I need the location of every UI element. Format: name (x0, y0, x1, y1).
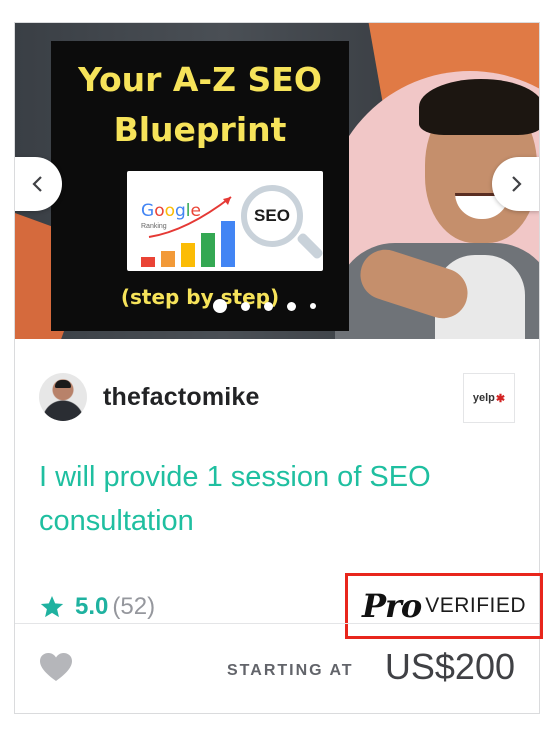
thumbnail-title: Your A-Z SEO (78, 60, 322, 99)
magnifier-icon: SEO (241, 185, 303, 247)
trend-arrow-icon (148, 196, 232, 238)
yelp-logo: yelp (472, 392, 495, 404)
seller-info: thefactomike yelp ✱ (39, 373, 515, 423)
gig-card[interactable]: Your A-Z SEO Blueprint Google Ranking SE… (14, 22, 543, 714)
carousel-next-button[interactable] (492, 157, 539, 211)
ranking-bar (181, 243, 195, 267)
rating-value: 5.0 (75, 593, 109, 620)
yelp-badge: yelp ✱ (463, 373, 515, 423)
gig-image-carousel[interactable]: Your A-Z SEO Blueprint Google Ranking SE… (15, 23, 539, 339)
person-figure (419, 79, 539, 135)
seller-name[interactable]: thefactomike (103, 383, 260, 412)
thumbnail-title: Blueprint (113, 110, 287, 149)
ranking-bar (161, 251, 175, 267)
rating: 5.0 (52) (39, 591, 155, 623)
carousel-dot[interactable] (264, 301, 273, 311)
carousel-dots (213, 299, 316, 313)
thumbnail-panel: Your A-Z SEO Blueprint Google Ranking SE… (51, 41, 349, 331)
avatar-hair (55, 380, 71, 388)
card-footer: STARTING AT US$200 (15, 624, 539, 714)
carousel-dot[interactable] (213, 299, 227, 313)
star-icon (40, 595, 64, 618)
yelp-burst-icon: ✱ (495, 392, 506, 405)
price[interactable]: US$200 (385, 646, 515, 688)
starting-at-label: STARTING AT (227, 662, 354, 679)
verified-label: VERIFIED (425, 594, 527, 617)
magnifier-handle (295, 231, 325, 261)
heart-icon[interactable] (39, 652, 73, 682)
carousel-dot[interactable] (310, 303, 316, 309)
carousel-dot[interactable] (241, 301, 250, 311)
gig-title-link[interactable]: I will provide 1 session of SEO consulta… (39, 455, 515, 543)
seo-graphic: Google Ranking SEO (127, 171, 325, 271)
rating-count: (52) (112, 593, 156, 620)
chevron-left-icon (32, 176, 42, 192)
carousel-dot[interactable] (287, 301, 296, 311)
chevron-right-icon (512, 176, 522, 192)
avatar[interactable] (39, 373, 87, 421)
pro-label: Pro (361, 587, 422, 625)
ranking-bar (141, 257, 155, 267)
